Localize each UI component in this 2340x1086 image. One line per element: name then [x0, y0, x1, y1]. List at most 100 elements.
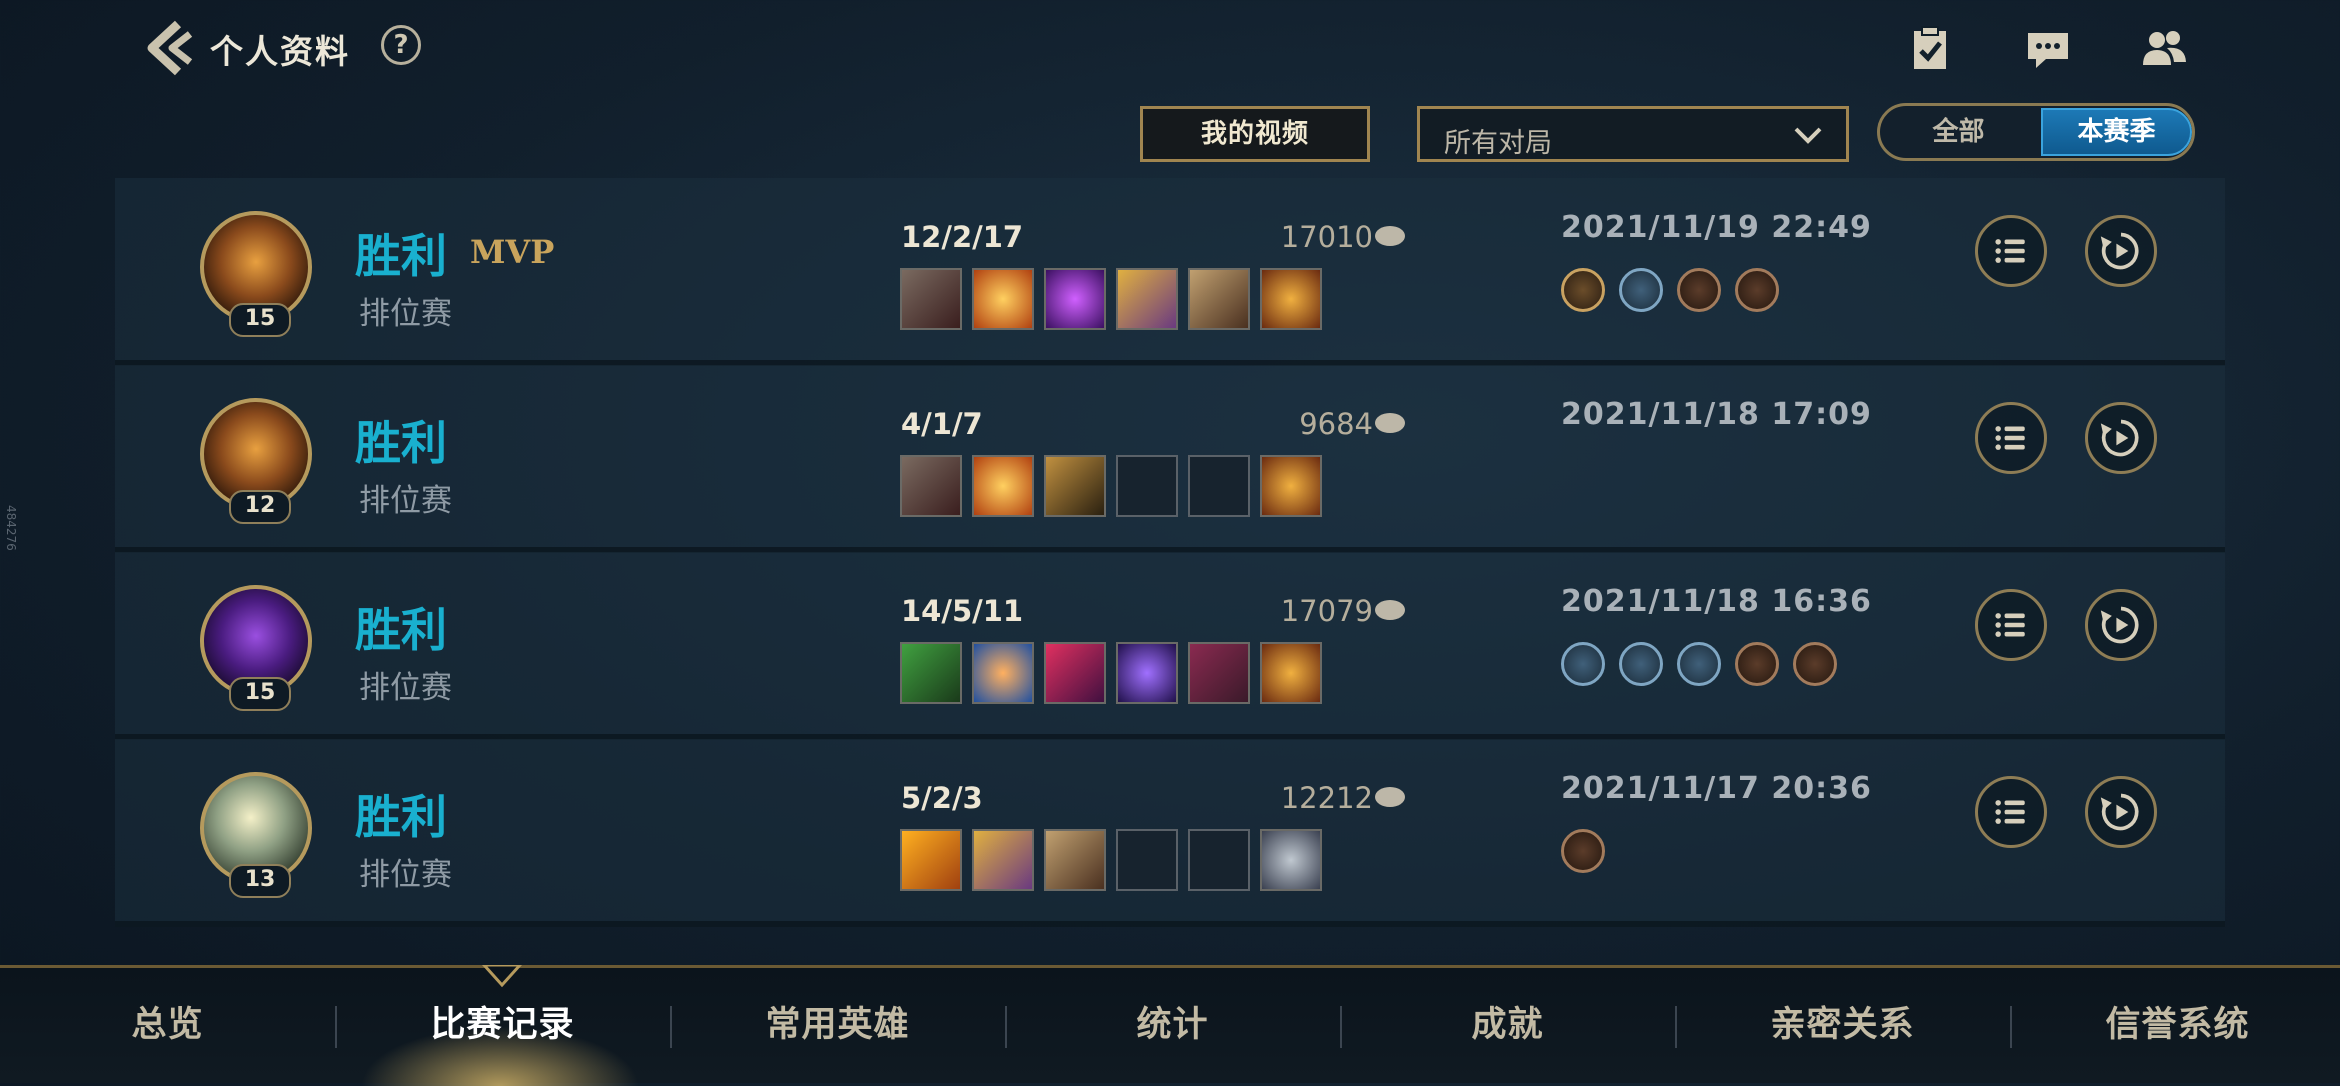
- champion-level-badge: 15: [229, 677, 291, 711]
- toggle-current-season-button[interactable]: 本赛季: [2041, 108, 2192, 156]
- blue-badge-icon[interactable]: [1677, 642, 1721, 686]
- nav-separator: [1340, 1006, 1342, 1048]
- match-filter-select[interactable]: 所有对局: [1417, 106, 1849, 162]
- bronze-badge-icon[interactable]: [1793, 642, 1837, 686]
- blue-badge-icon[interactable]: [1561, 642, 1605, 686]
- match-datetime: 2021/11/18 16:36: [1561, 584, 1872, 619]
- game-mode: 排位赛: [359, 670, 452, 706]
- sword-item-icon[interactable]: [972, 829, 1034, 891]
- back-icon[interactable]: [138, 18, 198, 78]
- claw-item-icon[interactable]: [900, 642, 962, 704]
- champion-level-badge: 12: [229, 490, 291, 524]
- season-toggle[interactable]: 全部 本赛季: [1877, 103, 2195, 161]
- nav-separator: [2010, 1006, 2012, 1048]
- match-details-button[interactable]: [1975, 402, 2047, 474]
- ward-item-icon[interactable]: [1260, 829, 1322, 891]
- nav-tab[interactable]: 总览: [0, 968, 335, 1083]
- friends-icon[interactable]: [2140, 25, 2188, 73]
- champion-level-badge: 15: [229, 303, 291, 337]
- empty-item-slot: [1188, 829, 1250, 891]
- match-result: 胜利: [355, 603, 447, 657]
- match-row[interactable]: 12 胜利排位赛 4/1/7 9684 2021/11/18 17:09: [115, 365, 2225, 553]
- nav-tab[interactable]: 常用英雄: [670, 968, 1005, 1083]
- gold-earned: 17079: [1185, 594, 1405, 628]
- gold-earned: 12212: [1185, 781, 1405, 815]
- bottom-nav: 总览 比赛记录 常用英雄 统计 成就 亲密关系 信誉系统: [0, 965, 2340, 1086]
- boots-item-icon[interactable]: [1044, 455, 1106, 517]
- match-details-button[interactable]: [1975, 215, 2047, 287]
- match-details-button[interactable]: [1975, 589, 2047, 661]
- nav-separator: [1005, 1006, 1007, 1048]
- replay-button[interactable]: [2085, 402, 2157, 474]
- match-datetime: 2021/11/19 22:49: [1561, 210, 1872, 245]
- replay-button[interactable]: [2085, 215, 2157, 287]
- match-details-button[interactable]: [1975, 776, 2047, 848]
- eye-item-icon[interactable]: [972, 642, 1034, 704]
- match-datetime: 2021/11/18 17:09: [1561, 397, 1872, 432]
- game-mode: 排位赛: [359, 296, 452, 332]
- trinket-item-icon[interactable]: [1260, 642, 1322, 704]
- nav-tab[interactable]: 比赛记录: [335, 968, 670, 1083]
- armor-item-icon[interactable]: [900, 455, 962, 517]
- blue-badge-icon[interactable]: [1619, 642, 1663, 686]
- kda-score: 14/5/11: [901, 594, 1024, 628]
- gold-earned: 9684: [1185, 407, 1405, 441]
- help-button[interactable]: ?: [381, 25, 421, 65]
- gauntlet-item-icon[interactable]: [1044, 829, 1106, 891]
- kda-score: 4/1/7: [901, 407, 983, 441]
- mvp-label: MVP: [470, 233, 555, 271]
- game-mode: 排位赛: [359, 483, 452, 519]
- nav-tab[interactable]: 亲密关系: [1675, 968, 2010, 1083]
- gold-value: 17010: [1280, 220, 1373, 254]
- my-videos-button[interactable]: 我的视频: [1140, 106, 1370, 162]
- chevron-down-icon: [1794, 127, 1822, 144]
- bronze-badge-icon[interactable]: [1561, 829, 1605, 873]
- trinket-item-icon[interactable]: [1260, 455, 1322, 517]
- s-rank-badge-icon[interactable]: [1561, 268, 1605, 312]
- toggle-all-button[interactable]: 全部: [1880, 106, 2037, 158]
- nav-separator: [335, 1006, 337, 1048]
- empty-item-slot: [1116, 829, 1178, 891]
- champion-level-badge: 13: [229, 864, 291, 898]
- gold-coin-icon: [1375, 413, 1405, 433]
- task-checklist-icon[interactable]: [1906, 25, 1954, 73]
- staff-item-icon[interactable]: [1116, 642, 1178, 704]
- kda-score: 5/2/3: [901, 781, 983, 815]
- side-id-text: 484276: [4, 505, 18, 551]
- bronze-badge-icon[interactable]: [1735, 268, 1779, 312]
- gauntlet-item-icon[interactable]: [1188, 268, 1250, 330]
- gold-coin-icon: [1375, 600, 1405, 620]
- match-datetime: 2021/11/17 20:36: [1561, 771, 1872, 806]
- replay-button[interactable]: [2085, 776, 2157, 848]
- nav-separator: [1675, 1006, 1677, 1048]
- gold-coin-icon: [1375, 787, 1405, 807]
- bronze-badge-icon[interactable]: [1677, 268, 1721, 312]
- sword-item-icon[interactable]: [1116, 268, 1178, 330]
- gold-coin-icon: [1375, 226, 1405, 246]
- chat-icon[interactable]: [2024, 25, 2072, 73]
- game-mode: 排位赛: [359, 857, 452, 893]
- fire-item-icon[interactable]: [972, 455, 1034, 517]
- lightning-item-icon[interactable]: [900, 829, 962, 891]
- bronze-badge-icon[interactable]: [1735, 642, 1779, 686]
- match-row[interactable]: 15 胜利 MVP 排位赛 12/2/17 17010 2021/11/19 22:49: [115, 178, 2225, 366]
- match-result: 胜利: [355, 416, 447, 470]
- armor-item-icon[interactable]: [900, 268, 962, 330]
- trinket-item-icon[interactable]: [1260, 268, 1322, 330]
- match-row[interactable]: 15 胜利排位赛 14/5/11 17079 2021/11/18 16:36: [115, 552, 2225, 740]
- void-item-icon[interactable]: [1044, 268, 1106, 330]
- nav-separator: [670, 1006, 672, 1048]
- match-row[interactable]: 13 胜利排位赛 5/2/3 12212 2021/11/17 20:36: [115, 739, 2225, 927]
- gold-value: 12212: [1280, 781, 1373, 815]
- nav-tab[interactable]: 统计: [1005, 968, 1340, 1083]
- match-result: 胜利: [355, 229, 447, 283]
- tome-item-icon[interactable]: [1188, 642, 1250, 704]
- nav-tab[interactable]: 信誉系统: [2010, 968, 2340, 1083]
- match-result: 胜利: [355, 790, 447, 844]
- fire-item-icon[interactable]: [972, 268, 1034, 330]
- replay-button[interactable]: [2085, 589, 2157, 661]
- flag-badge-icon[interactable]: [1619, 268, 1663, 312]
- nav-tab[interactable]: 成就: [1340, 968, 1675, 1083]
- gold-value: 17079: [1280, 594, 1373, 628]
- blade-item-icon[interactable]: [1044, 642, 1106, 704]
